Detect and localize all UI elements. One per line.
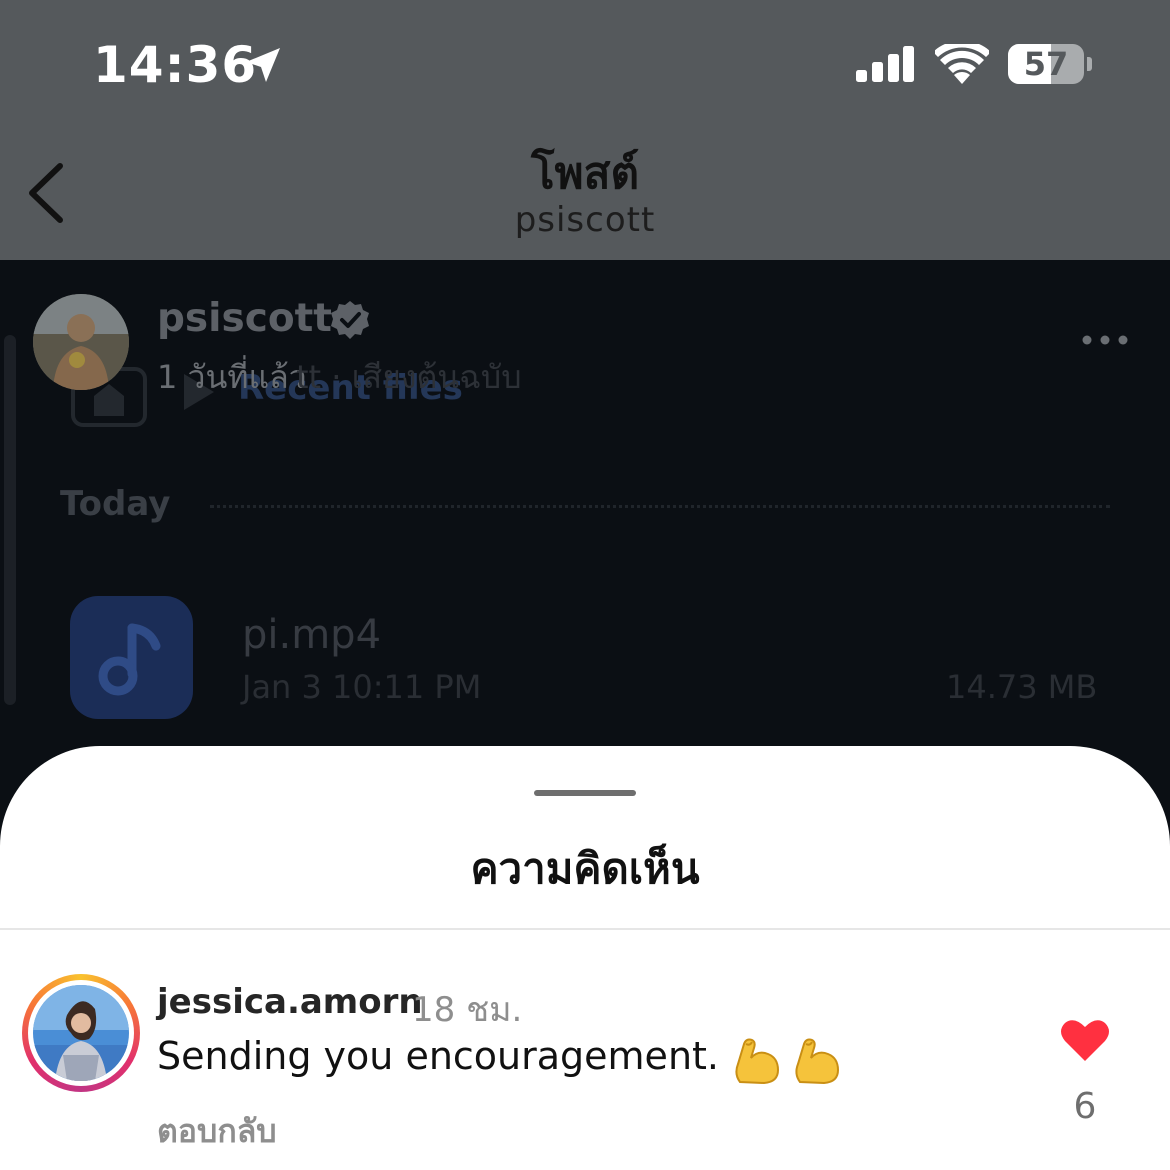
post-time: 1 วันที่แล้ว bbox=[157, 358, 307, 396]
wifi-icon bbox=[935, 44, 989, 84]
more-horizontal-icon[interactable] bbox=[1080, 333, 1130, 347]
location-arrow-icon bbox=[246, 48, 280, 82]
battery-indicator: 57 bbox=[1008, 44, 1092, 84]
comments-sheet: ความคิดเห็น jessica.amorn 18 ชม. Sending… bbox=[0, 746, 1170, 1170]
battery-level: 57 bbox=[1023, 45, 1069, 83]
comment-time: 18 ชม. bbox=[412, 990, 523, 1030]
comment-item: jessica.amorn 18 ชม. Sending you encoura… bbox=[0, 930, 1170, 1170]
cellular-signal-icon bbox=[856, 46, 914, 82]
flexed-biceps-emoji bbox=[735, 1038, 780, 1085]
like-count: 6 bbox=[1073, 1086, 1097, 1127]
comment-username[interactable]: jessica.amorn bbox=[157, 982, 423, 1022]
dimmed-header: 14:36 57 โพสต์ psiscott bbox=[0, 0, 1170, 260]
today-label: Today bbox=[60, 484, 171, 524]
page-subtitle: psiscott bbox=[514, 200, 656, 240]
verified-badge-icon bbox=[331, 301, 369, 339]
avatar[interactable] bbox=[33, 985, 129, 1081]
status-time: 14:36 bbox=[93, 36, 258, 94]
comment-text: Sending you encouragement. bbox=[157, 1034, 720, 1078]
story-ring[interactable] bbox=[22, 974, 140, 1092]
post-audio-label[interactable]: tt · เสียงต้นฉบับ bbox=[296, 352, 522, 403]
sheet-title: ความคิดเห็น bbox=[470, 844, 700, 893]
music-file-icon bbox=[70, 596, 193, 719]
sheet-grabber[interactable] bbox=[534, 790, 636, 796]
post-username[interactable]: psiscott bbox=[157, 296, 332, 341]
file-size: 14.73 MB bbox=[946, 668, 1098, 706]
reply-button[interactable]: ตอบกลับ bbox=[157, 1106, 277, 1157]
dotted-divider bbox=[210, 505, 1110, 508]
file-name: pi.mp4 bbox=[242, 612, 382, 658]
page-title: โพสต์ bbox=[530, 148, 640, 199]
file-date: Jan 3 10:11 PM bbox=[242, 668, 482, 706]
heart-icon[interactable] bbox=[1060, 1018, 1110, 1062]
flexed-biceps-emoji bbox=[795, 1038, 840, 1085]
post-avatar[interactable] bbox=[33, 294, 129, 390]
dimmed-post-content: Recent files Today pi.mp4 Jan 3 10:11 PM… bbox=[0, 260, 1170, 746]
